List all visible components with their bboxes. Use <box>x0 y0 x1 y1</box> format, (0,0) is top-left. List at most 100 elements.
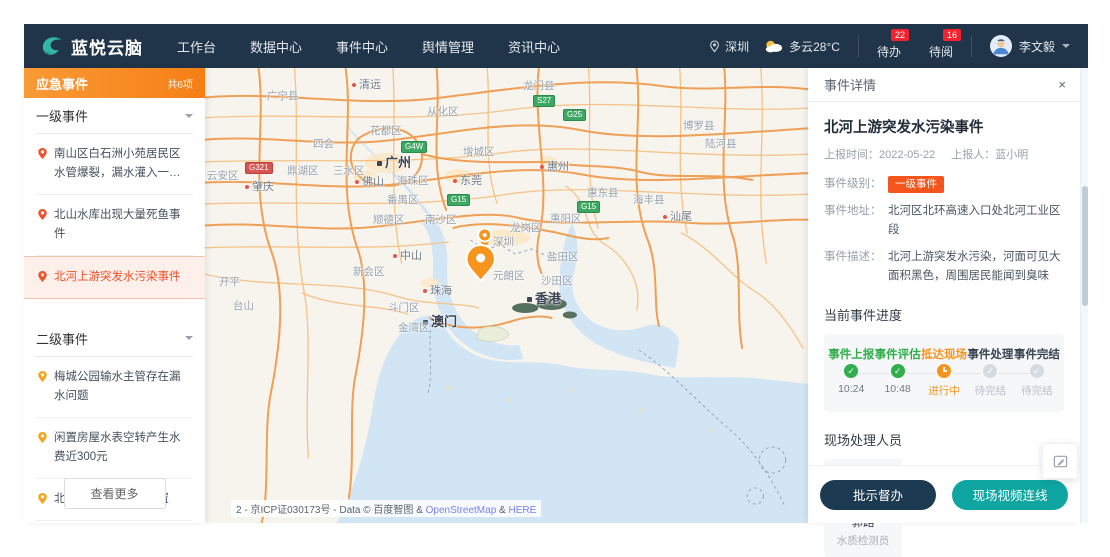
osm-link[interactable]: OpenStreetMap <box>426 505 497 516</box>
sidebar-header: 应急事件 共6项 <box>24 68 205 98</box>
section-level1-label: 一级事件 <box>36 106 88 125</box>
nav-divider <box>971 35 972 57</box>
step-status-text: 待完结 <box>1014 383 1060 398</box>
event-list-item[interactable]: 闲置房屋水表空转产生水费近300元 <box>36 418 193 479</box>
app-title: 蓝悦云脑 <box>71 34 143 59</box>
progress-step: 事件评估 10:48 <box>874 346 920 398</box>
nav-notification-item[interactable]: 16 待阅 <box>929 33 953 60</box>
event-pin-icon <box>37 208 48 221</box>
nav-menu-item[interactable]: 事件中心 <box>336 37 388 56</box>
event-title: 北河上游突发水污染事件 <box>54 268 193 287</box>
panel-title: 事件详情 <box>824 75 876 94</box>
step-label: 事件上报 <box>828 346 874 362</box>
weather-text: 多云28°C <box>789 38 840 55</box>
here-link[interactable]: HERE <box>509 505 537 516</box>
logo-icon <box>38 33 64 59</box>
map-tiles <box>205 68 808 523</box>
edit-document-icon <box>1052 453 1069 470</box>
progress-steps: 事件上报 10:24 事件评估 10:48 抵达现场 <box>824 334 1064 412</box>
notification-label: 待办 <box>877 45 901 59</box>
supervise-button[interactable]: 批示督办 <box>820 480 936 510</box>
map-canvas[interactable]: 广宁县清远从化区龙门县S27G25博罗县陆河县花都区四会G4W增城区云安区G32… <box>205 68 808 523</box>
level-field-label: 事件级别： <box>824 175 888 195</box>
event-title: 南山区白石洲小苑居民区水管爆裂，漏水灌入一楼茶庄导致财物... <box>54 145 191 183</box>
progress-section-title: 当前事件进度 <box>824 305 1064 324</box>
progress-step: 事件上报 10:24 <box>828 346 874 398</box>
close-icon[interactable]: × <box>1058 78 1066 91</box>
weather-indicator: 多云28°C <box>763 38 840 55</box>
chevron-down-icon <box>185 114 193 118</box>
event-title: 梅城公园输水主管存在漏水问题 <box>54 368 191 406</box>
event-list-item[interactable]: 梅城公园输水主管存在漏水问题 <box>36 357 193 418</box>
event-address: 北河区北环高速入口处北河工业区段 <box>888 202 1064 241</box>
event-pin-icon <box>37 147 48 160</box>
step-label: 抵达现场 <box>921 346 967 362</box>
staff-section-title: 现场处理人员 <box>824 430 1064 449</box>
scrollbar-thumb[interactable] <box>1082 186 1088 306</box>
event-detail-title: 北河上游突发水污染事件 <box>824 116 1064 137</box>
step-label: 事件处理 <box>967 346 1013 362</box>
live-video-button[interactable]: 现场视频连线 <box>952 480 1068 510</box>
nav-menu-item[interactable]: 资讯中心 <box>508 37 560 56</box>
user-menu[interactable]: 李文毅 <box>990 35 1070 57</box>
map-attribution: 2 - 京ICP证030173号 - Data © 百度智图 & OpenStr… <box>231 500 541 517</box>
event-pin-icon <box>37 370 48 383</box>
cloud-sun-icon <box>763 39 784 53</box>
event-list-item[interactable]: 南山区白石洲小苑居民区水管爆裂，漏水灌入一楼茶庄导致财物... <box>36 134 193 195</box>
event-pin-icon <box>37 492 48 505</box>
section-level2-header[interactable]: 二级事件 <box>36 321 193 357</box>
step-status-icon <box>889 362 907 380</box>
event-location-marker[interactable] <box>466 229 494 282</box>
user-avatar <box>990 35 1012 57</box>
nav-menu-item[interactable]: 工作台 <box>177 37 216 56</box>
event-title: 闲置房屋水表空转产生水费近300元 <box>54 429 191 467</box>
step-status-icon <box>1028 362 1046 380</box>
top-nav: 蓝悦云脑 工作台数据中心事件中心舆情管理资讯中心 深圳 多云28° <box>24 24 1088 68</box>
location-indicator[interactable]: 深圳 <box>709 38 749 55</box>
nav-menu-item[interactable]: 舆情管理 <box>422 37 474 56</box>
staff-role: 水质检测员 <box>824 533 902 548</box>
location-pin-icon <box>709 40 720 53</box>
step-status-text: 10:24 <box>828 383 874 395</box>
step-status-text: 10:48 <box>874 383 920 395</box>
description-field-label: 事件描述： <box>824 248 888 287</box>
nav-menu: 工作台 数据中心 事件中心 舆情管理 资讯中心 <box>177 37 560 56</box>
progress-step: 事件处理 待完结 <box>967 346 1013 398</box>
sidebar-count: 共6项 <box>167 76 193 91</box>
emergency-sidebar: 应急事件 共6项 一级事件 南山区白石洲小苑居民区水管爆裂，漏水灌入一楼 <box>24 68 205 523</box>
location-city: 深圳 <box>725 38 749 55</box>
event-list-item[interactable]: 北河上游突发水污染事件 <box>24 256 205 299</box>
panel-scrollbar[interactable] <box>1080 68 1088 523</box>
progress-step: 事件完结 待完结 <box>1014 346 1060 398</box>
step-status-text: 待完结 <box>967 383 1013 398</box>
event-level-badge: 一级事件 <box>888 176 944 193</box>
edit-note-button[interactable] <box>1042 443 1078 479</box>
user-name: 李文毅 <box>1019 38 1055 55</box>
report-time: 2022-05-22 <box>879 149 935 161</box>
address-field-label: 事件地址： <box>824 202 888 241</box>
notification-group: 22 待办 16 待阅 <box>877 33 953 60</box>
section-level1-header[interactable]: 一级事件 <box>36 98 193 134</box>
event-list-item[interactable]: 北山水库出现大量死鱼事件 <box>36 195 193 256</box>
event-pin-icon <box>37 270 48 283</box>
panel-footer: 批示督办 现场视频连线 <box>808 465 1080 523</box>
event-description: 北河上游突发水污染，河面可见大面积黑色，周围居民能闻到臭味 <box>888 248 1064 287</box>
event-title: 北山水库出现大量死鱼事件 <box>54 206 191 244</box>
chevron-down-icon <box>185 336 193 340</box>
app-window: 蓝悦云脑 工作台数据中心事件中心舆情管理资讯中心 深圳 多云28° <box>24 24 1088 523</box>
section-level2-label: 二级事件 <box>36 329 88 348</box>
notification-label: 待阅 <box>929 45 953 59</box>
step-status-text: 进行中 <box>921 383 967 398</box>
step-label: 事件评估 <box>874 346 920 362</box>
nav-divider <box>858 35 859 57</box>
nav-menu-item[interactable]: 数据中心 <box>250 37 302 56</box>
step-status-icon <box>981 362 999 380</box>
step-status-icon <box>842 362 860 380</box>
event-detail-panel: 事件详情 × 北河上游突发水污染事件 上报时间：2022-05-22 上报人：蓝… <box>808 68 1080 523</box>
event-pin-icon <box>37 431 48 444</box>
view-more-button[interactable]: 查看更多 <box>63 478 165 509</box>
nav-notification-item[interactable]: 22 待办 <box>877 33 901 60</box>
level1-event-list: 南山区白石洲小苑居民区水管爆裂，漏水灌入一楼茶庄导致财物... 北山水库出现大量… <box>36 134 193 299</box>
notification-count-badge: 16 <box>943 29 961 41</box>
step-status-icon <box>935 362 953 380</box>
